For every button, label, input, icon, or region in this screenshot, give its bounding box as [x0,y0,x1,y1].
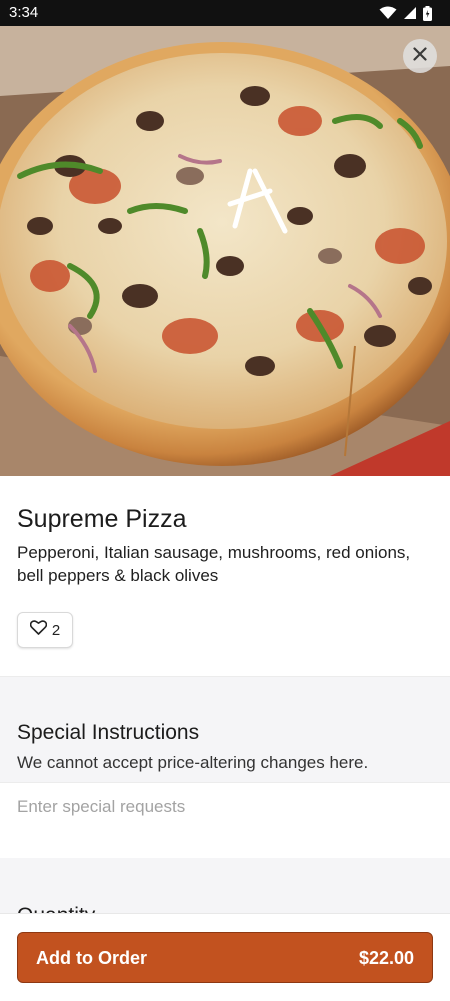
item-details: Supreme Pizza Pepperoni, Italian sausage… [0,476,450,676]
close-button[interactable] [403,39,437,73]
special-requests-input[interactable] [17,797,427,817]
special-instructions-note: We cannot accept price-altering changes … [17,753,369,772]
add-to-order-label: Add to Order [36,948,147,968]
footer: Add to Order $22.00 [0,913,450,1001]
special-instructions-header: Special Instructions We cannot accept pr… [0,676,450,783]
like-button[interactable]: 2 [17,612,73,648]
status-bar: 3:34 [0,0,450,26]
close-icon [413,46,427,66]
wifi-icon [379,6,397,20]
quantity-section: Quantity [0,858,450,914]
special-instructions-field-container [0,782,450,859]
item-description: Pepperoni, Italian sausage, mushrooms, r… [17,543,411,585]
item-title: Supreme Pizza [17,505,187,533]
battery-icon [423,5,432,21]
pizza-photo [0,26,450,476]
like-count: 2 [51,621,61,639]
status-time: 3:34 [9,4,39,21]
order-price: $22.00 [358,948,414,968]
status-icons [379,4,432,22]
heart-icon [29,620,48,640]
signal-icon [403,6,417,20]
special-instructions-title: Special Instructions [17,721,200,744]
add-to-order-button[interactable]: Add to Order $22.00 [17,932,433,983]
